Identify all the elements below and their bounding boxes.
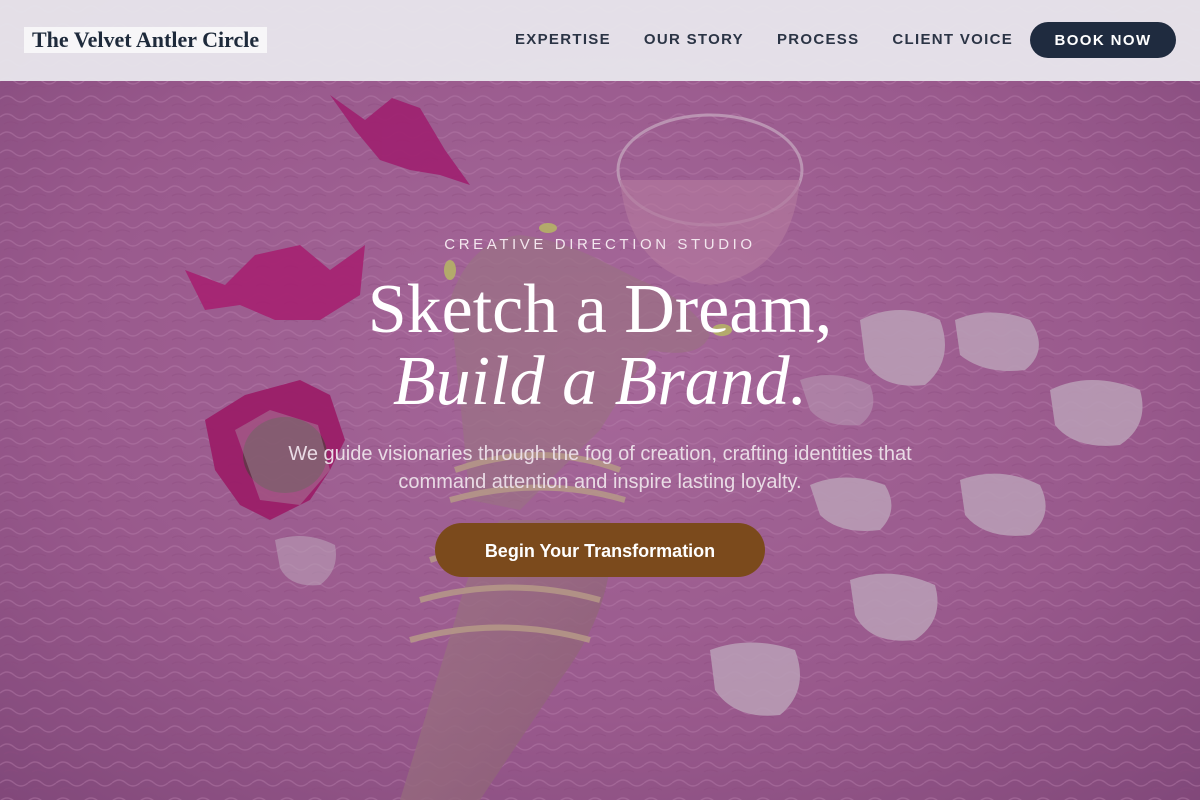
nav-link-process[interactable]: PROCESS	[777, 31, 859, 49]
hero-subtext: We guide visionaries through the fog of …	[288, 443, 912, 493]
hero-headline-line2: Build a Brand.	[392, 343, 808, 420]
nav-link-client-voice[interactable]: CLIENT VOICE	[892, 31, 1013, 49]
site-logo[interactable]: The Velvet Antler Circle	[24, 27, 268, 53]
site-header: The Velvet Antler Circle EXPERTISE OUR S…	[0, 0, 1200, 81]
hero-eyebrow: CREATIVE DIRECTION STUDIO	[444, 236, 756, 253]
page: The Velvet Antler Circle EXPERTISE OUR S…	[0, 0, 1200, 800]
hero-headline-line1: Sketch a Dream,	[367, 271, 833, 348]
hero-section: CREATIVE DIRECTION STUDIO Sketch a Dream…	[0, 0, 1200, 800]
nav-link-our-story[interactable]: OUR STORY	[644, 31, 744, 49]
nav-link-expertise[interactable]: EXPERTISE	[515, 31, 611, 49]
book-now-button[interactable]: BOOK NOW	[1030, 22, 1176, 58]
begin-transformation-button[interactable]: Begin Your Transformation	[435, 523, 765, 577]
main-nav: EXPERTISE OUR STORY PROCESS CLIENT VOICE	[515, 31, 1046, 49]
